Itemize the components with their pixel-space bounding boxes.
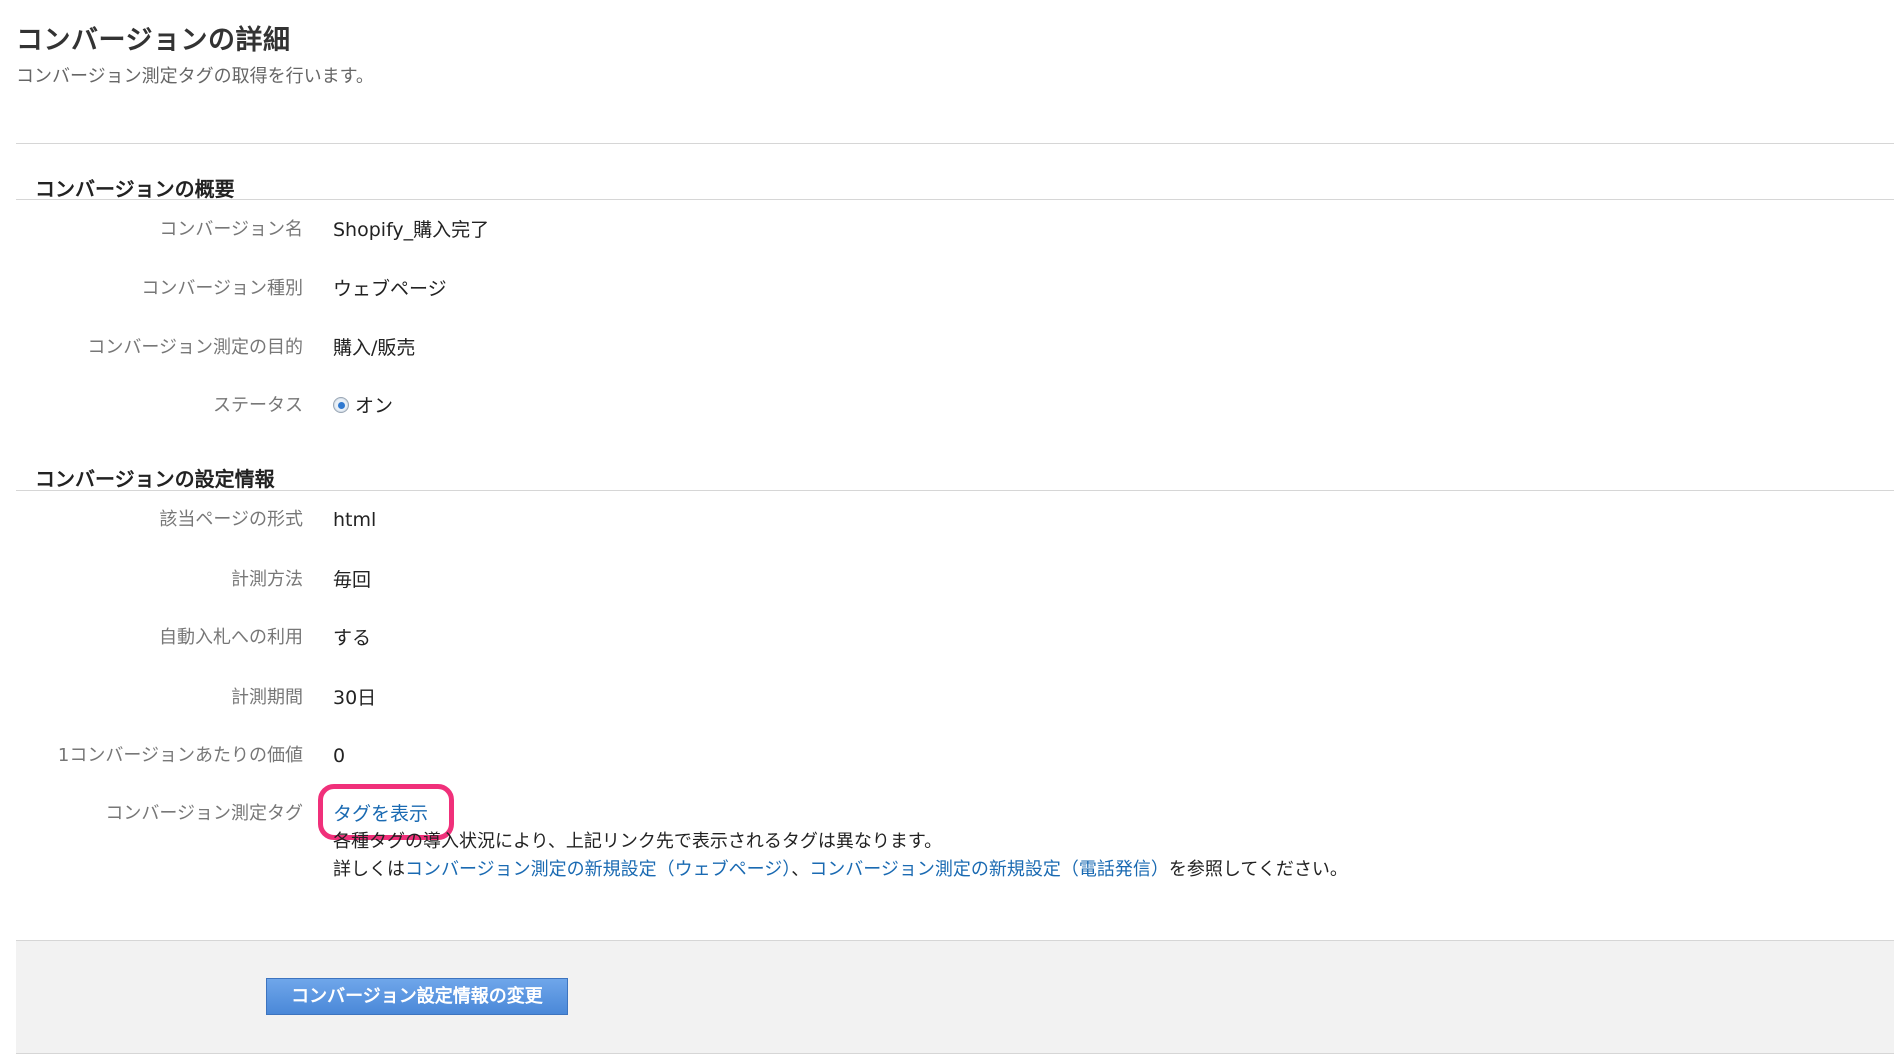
edit-conversion-settings-button[interactable]: コンバージョン設定情報の変更 [266, 978, 568, 1015]
section-heading-settings: コンバージョンの設定情報 [35, 467, 275, 491]
phone-call-setup-link[interactable]: コンバージョン測定の新規設定（電話発信） [809, 859, 1169, 880]
row-value: 30日 [333, 687, 377, 709]
status-value: オン [333, 391, 393, 421]
row-conversion-type: コンバージョン種別 ウェブページ [0, 274, 1894, 304]
row-label: コンバージョン名 [159, 219, 303, 240]
row-label: 計測方法 [231, 569, 303, 590]
row-value: Shopify_購入完了 [333, 219, 490, 241]
row-auto-bidding: 自動入札への利用 する [0, 623, 1894, 653]
row-label: 該当ページの形式 [159, 509, 303, 530]
section-heading-overview: コンバージョンの概要 [35, 177, 235, 201]
row-value: する [333, 627, 372, 649]
divider [16, 143, 1894, 144]
row-label: コンバージョン測定の目的 [87, 337, 303, 358]
web-page-setup-link[interactable]: コンバージョン測定の新規設定（ウェブページ） [405, 859, 791, 880]
row-value: 購入/販売 [333, 337, 416, 359]
row-label: ステータス [213, 395, 303, 416]
row-conversion-tag: コンバージョン測定タグ タグを表示 [0, 799, 1894, 829]
status-radio-label: オン [355, 395, 394, 417]
row-value-per-conversion: 1コンバージョンあたりの価値 0 [0, 741, 1894, 771]
row-label: コンバージョン種別 [141, 278, 303, 299]
divider [16, 490, 1894, 491]
status-radio-on[interactable] [333, 396, 349, 413]
row-label: コンバージョン測定タグ [105, 803, 303, 824]
divider [16, 199, 1894, 200]
note-separator: 、 [791, 859, 810, 880]
row-measure-period: 計測期間 30日 [0, 683, 1894, 713]
row-label: 計測期間 [231, 687, 303, 708]
row-label: 自動入札への利用 [159, 627, 303, 648]
row-value: 0 [333, 745, 346, 767]
row-page-format: 該当ページの形式 html [0, 505, 1894, 535]
row-label: 1コンバージョンあたりの価値 [57, 745, 303, 766]
page-subtitle: コンバージョン測定タグの取得を行います。 [16, 66, 374, 87]
note-line-1: 各種タグの導入状況により、上記リンク先で表示されるタグは異なります。 [333, 831, 943, 852]
row-value: html [333, 509, 377, 531]
row-conversion-purpose: コンバージョン測定の目的 購入/販売 [0, 333, 1894, 363]
row-value: 毎回 [333, 569, 372, 591]
note-prefix: 詳しくは [333, 859, 405, 880]
note-suffix: を参照してください。 [1168, 859, 1348, 880]
page-title: コンバージョンの詳細 [16, 25, 291, 56]
note-line-2: 詳しくはコンバージョン測定の新規設定（ウェブページ）、コンバージョン測定の新規設… [333, 857, 1348, 883]
row-value: ウェブページ [333, 278, 447, 300]
row-measure-method: 計測方法 毎回 [0, 565, 1894, 595]
row-status: ステータス オン [0, 391, 1894, 421]
row-conversion-name: コンバージョン名 Shopify_購入完了 [0, 215, 1894, 245]
